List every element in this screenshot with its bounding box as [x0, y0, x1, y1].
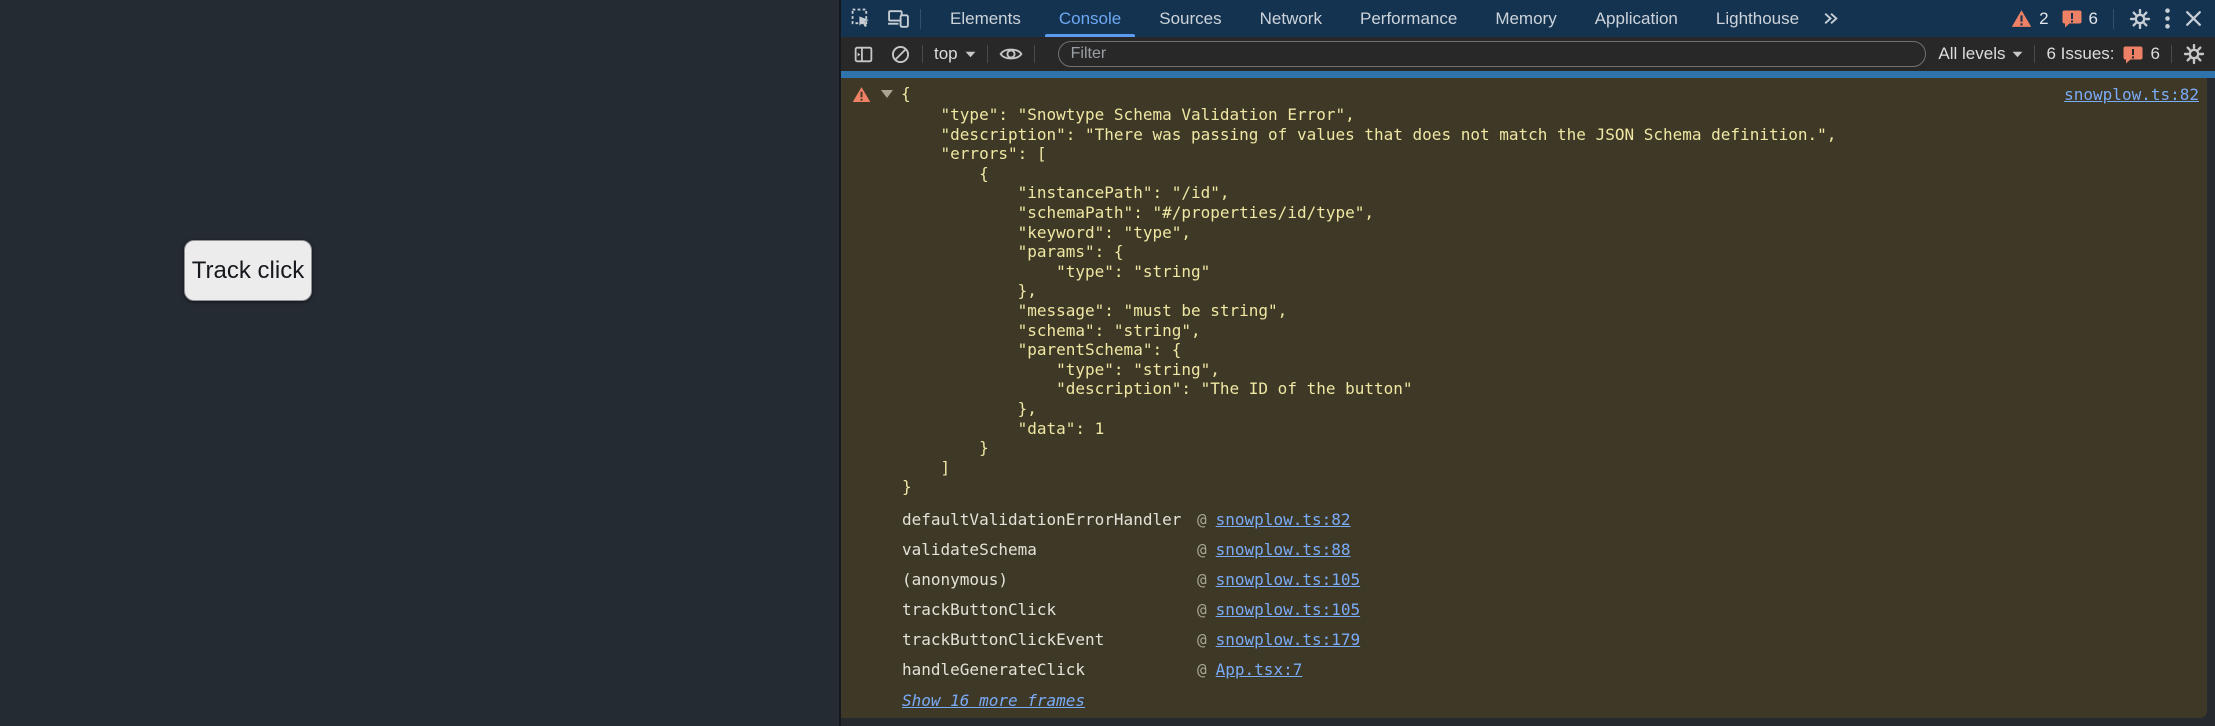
toolbar-separator	[1033, 45, 1035, 63]
more-tabs-icon[interactable]	[1822, 11, 1839, 26]
frame-function-name: validateSchema	[902, 540, 1037, 560]
log-levels-value: All levels	[1938, 44, 2006, 63]
chevron-down-icon	[2013, 51, 2023, 57]
track-click-button[interactable]: Track click	[184, 240, 312, 301]
context-selector-value: top	[934, 44, 958, 63]
log-levels-selector[interactable]: All levels	[1938, 44, 2023, 64]
tab-performance[interactable]: Performance	[1341, 0, 1476, 37]
console-warning-message: { snowplow.ts:82 "type": "Snowtype Schem…	[841, 78, 2207, 718]
stack-frames: defaultValidationErrorHandler @ snowplow.t…	[902, 505, 2207, 685]
frame-function-name: (anonymous)	[902, 570, 1008, 590]
frame-source-link[interactable]: snowplow.ts:105	[1216, 570, 1361, 589]
console-toolbar: top All levels 6 Issues:	[841, 37, 2215, 71]
warnings-badge[interactable]: 2	[2011, 8, 2049, 29]
frame-source-link[interactable]: snowplow.ts:88	[1216, 540, 1351, 559]
clear-console-icon[interactable]	[890, 44, 911, 65]
console-sidebar-icon[interactable]	[853, 44, 874, 65]
issues-label: 6 Issues:	[2046, 44, 2115, 63]
toolbar-separator	[2034, 45, 2036, 63]
frame-source-link[interactable]: snowplow.ts:82	[1216, 510, 1351, 529]
devtools-panel: Elements Console Sources Network Performance…	[839, 0, 2215, 726]
stack-frame: trackButtonClickEvent @ snowplow.ts:179	[902, 625, 2207, 655]
frame-at-symbol: @	[1197, 510, 1207, 530]
live-expression-eye-icon[interactable]	[999, 45, 1023, 63]
warning-triangle-icon	[2011, 10, 2032, 27]
toolbar-separator	[986, 45, 988, 63]
warning-count: 2	[2039, 8, 2049, 28]
close-devtools-icon[interactable]	[2184, 9, 2203, 28]
kebab-menu-icon[interactable]	[2164, 7, 2171, 30]
issues-icon	[2123, 46, 2143, 63]
expand-collapse-caret-icon[interactable]	[881, 90, 893, 98]
console-settings-gear-icon[interactable]	[2183, 43, 2205, 65]
toolbar-separator	[922, 45, 923, 63]
context-selector[interactable]: top	[934, 44, 976, 64]
tabbar-separator	[920, 8, 921, 29]
filter-input[interactable]	[1057, 41, 1927, 67]
stack-frame: (anonymous) @ snowplow.ts:105	[902, 565, 2207, 595]
issues-count: 6	[2150, 44, 2160, 63]
show-more-frames-link[interactable]: Show 16 more frames	[902, 691, 1085, 710]
frame-source-link[interactable]: snowplow.ts:105	[1216, 600, 1361, 619]
stack-frame: trackButtonClick @ snowplow.ts:105	[902, 595, 2207, 625]
frame-at-symbol: @	[1197, 630, 1207, 650]
issues-counter[interactable]: 6 Issues: 6	[2046, 44, 2160, 64]
tab-sources[interactable]: Sources	[1140, 0, 1240, 37]
frame-function-name: defaultValidationErrorHandler	[902, 510, 1182, 530]
warning-message-header: { snowplow.ts:82	[841, 83, 2207, 105]
frame-at-symbol: @	[1197, 600, 1207, 620]
settings-gear-icon[interactable]	[2129, 8, 2151, 30]
show-more-frames-row: Show 16 more frames	[902, 688, 2207, 714]
console-messages-area[interactable]: { snowplow.ts:82 "type": "Snowtype Schem…	[841, 78, 2215, 726]
stack-frame: handleGenerateClick @ App.tsx:7	[902, 655, 2207, 685]
tab-lighthouse[interactable]: Lighthouse	[1697, 0, 1818, 37]
tab-strip: Elements Console Sources Network Performance…	[931, 0, 1818, 37]
warning-triangle-icon	[852, 86, 871, 102]
tab-elements[interactable]: Elements	[931, 0, 1040, 37]
chevron-down-icon	[965, 51, 976, 57]
issues-badge[interactable]: 6	[2062, 9, 2098, 29]
issue-count: 6	[2088, 8, 2098, 28]
toolbar-accent-line	[841, 71, 2215, 78]
inspect-element-icon[interactable]	[851, 8, 872, 29]
stack-frame: defaultValidationErrorHandler @ snowplow.t…	[902, 505, 2207, 535]
tab-application[interactable]: Application	[1576, 0, 1697, 37]
browser-page: Track click	[0, 0, 839, 726]
frame-function-name: trackButtonClick	[902, 600, 1057, 620]
stack-frame: validateSchema @ snowplow.ts:88	[902, 535, 2207, 565]
message-first-line: {	[901, 84, 911, 103]
toolbar-separator	[2171, 45, 2172, 63]
frame-function-name: handleGenerateClick	[902, 660, 1086, 680]
frame-source-link[interactable]: App.tsx:7	[1216, 660, 1303, 679]
tabbar-right-cluster: 2 6	[2011, 7, 2215, 30]
frame-source-link[interactable]: snowplow.ts:179	[1216, 630, 1361, 649]
tab-memory[interactable]: Memory	[1476, 0, 1575, 37]
device-toolbar-icon[interactable]	[887, 8, 910, 29]
json-body: "type": "Snowtype Schema Validation Erro…	[902, 105, 1837, 497]
tab-network[interactable]: Network	[1241, 0, 1341, 37]
frame-at-symbol: @	[1197, 660, 1207, 680]
frame-at-symbol: @	[1197, 540, 1207, 560]
devtools-tabbar: Elements Console Sources Network Performance…	[841, 0, 2215, 37]
tabbar-separator	[2113, 8, 2114, 29]
frame-function-name: trackButtonClickEvent	[902, 630, 1105, 650]
issues-icon	[2062, 10, 2082, 28]
message-source-link[interactable]: snowplow.ts:82	[2064, 85, 2199, 104]
frame-at-symbol: @	[1197, 570, 1207, 590]
tab-console[interactable]: Console	[1040, 0, 1140, 37]
